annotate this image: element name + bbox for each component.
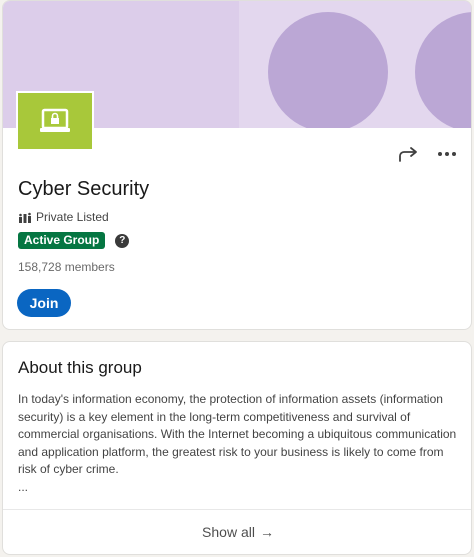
- member-count: 158,728 members: [18, 260, 115, 274]
- about-description: In today's information economy, the prot…: [18, 391, 462, 496]
- group-privacy: Private Listed: [19, 210, 109, 224]
- arrow-right-icon: →: [259, 524, 274, 540]
- show-all-button[interactable]: Show all →: [3, 510, 471, 554]
- about-card: About this group In today's information …: [2, 341, 472, 555]
- join-button[interactable]: Join: [17, 289, 71, 317]
- privacy-icon: [19, 212, 31, 223]
- about-line: commercial organisations. With the Inter…: [18, 427, 457, 441]
- banner-circle: [268, 12, 388, 128]
- status-row: Active Group ?: [18, 232, 130, 249]
- about-line: security) is a key element in the long-t…: [18, 409, 411, 424]
- about-title: About this group: [18, 358, 142, 377]
- about-line: In today's information economy, the prot…: [18, 392, 443, 406]
- about-line: and application platform, the greatest r…: [18, 444, 444, 459]
- privacy-label: Private Listed: [36, 210, 109, 224]
- share-icon[interactable]: [397, 143, 421, 165]
- group-logo: [16, 91, 94, 149]
- group-title: Cyber Security: [18, 178, 150, 200]
- group-logo-image: [18, 93, 92, 149]
- header-actions: [397, 143, 459, 165]
- help-icon[interactable]: ?: [115, 233, 130, 248]
- more-icon[interactable]: [435, 143, 459, 165]
- status-badge: Active Group: [18, 232, 106, 249]
- group-header-card: Cyber Security Private Listed Active Gro…: [2, 0, 472, 330]
- laptop-lock-icon: [40, 108, 70, 132]
- show-all-label: Show all: [202, 524, 255, 540]
- about-ellipsis: ...: [18, 479, 29, 494]
- about-line: risk of cyber crime.: [18, 462, 119, 476]
